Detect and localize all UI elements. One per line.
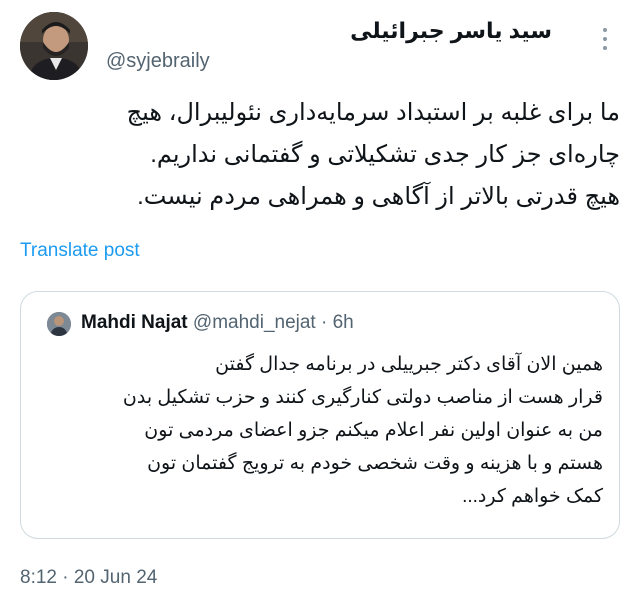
quote-author-avatar (47, 312, 71, 336)
author-handle[interactable]: @syjebraily (106, 50, 210, 73)
quote-text-line: کمک خواهم کرد... (462, 486, 603, 507)
tweet-text-line: چاره‌ای جز کار جدی تشکیلاتی و گفتمانی ند… (150, 141, 620, 168)
author-avatar[interactable] (20, 12, 88, 80)
quoted-post-card[interactable]: Mahdi Najat @mahdi_nejat · 6h همین الان … (20, 291, 620, 539)
quote-text-line: من به عنوان اولین نفر اعلام میکنم جزو اع… (144, 420, 603, 441)
translate-post-link[interactable]: Translate post (20, 240, 140, 262)
quote-text-line: قرار هست از مناصب دولتی کنارگیری کنند و … (122, 387, 603, 408)
more-vertical-icon[interactable] (596, 28, 614, 50)
post-timestamp[interactable]: 8:12 · 20 Jun 24 (20, 567, 157, 589)
tweet-text-line: ما برای غلبه بر استبداد سرمایه‌داری نئول… (126, 99, 620, 126)
author-display-name[interactable]: سید یاسر جبرائیلی (232, 18, 552, 44)
quote-author-meta: @mahdi_nejat · 6h (192, 312, 354, 333)
quote-header: Mahdi Najat @mahdi_nejat · 6h (81, 312, 354, 334)
tweet-text: ما برای غلبه بر استبداد سرمایه‌داری نئول… (60, 92, 620, 218)
tweet-text-line: هیچ قدرتی بالاتر از آگاهی و همراهی مردم … (137, 183, 620, 210)
quote-text-line: همین الان آقای دکتر جبرییلی در برنامه جد… (215, 354, 603, 375)
quote-text: همین الان آقای دکتر جبرییلی در برنامه جد… (35, 348, 603, 513)
quote-author-name: Mahdi Najat (81, 312, 188, 333)
quote-text-line: هستم و با هزینه و وقت شخصی خودم به ترویج… (147, 453, 603, 474)
